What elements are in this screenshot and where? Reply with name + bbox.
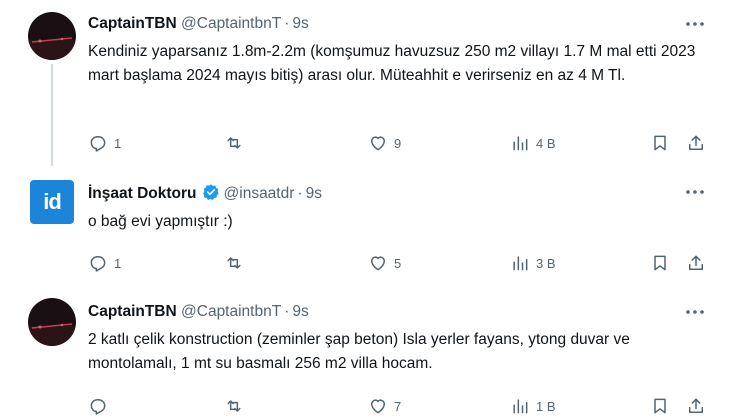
like-count: 7 xyxy=(394,398,402,414)
action-bar: 1 5 3 B xyxy=(88,251,718,275)
reply-icon xyxy=(90,399,106,415)
retweet-button[interactable] xyxy=(224,394,250,418)
views-count: 3 B xyxy=(536,255,556,271)
timestamp[interactable]: 9s xyxy=(306,185,322,202)
views-icon xyxy=(513,399,528,414)
author-handle[interactable]: @CaptaintbnT xyxy=(181,15,281,32)
views-button[interactable]: 4 B xyxy=(510,131,556,155)
tweet-text: o bağ evi yapmıştır :) xyxy=(88,213,233,230)
tweet-text: 2 katlı çelik konstruction (zeminler şap… xyxy=(88,331,630,372)
avatar[interactable] xyxy=(28,12,76,60)
thread-line xyxy=(51,64,53,166)
share-icon xyxy=(689,135,703,150)
retweet-button[interactable] xyxy=(224,251,250,275)
views-icon xyxy=(513,136,528,151)
views-button[interactable]: 3 B xyxy=(510,251,556,275)
dark-night-photo-avatar-icon xyxy=(28,12,76,60)
views-count: 4 B xyxy=(536,135,556,151)
bookmark-icon xyxy=(654,398,666,414)
retweet-button[interactable] xyxy=(224,131,250,155)
bookmark-button[interactable] xyxy=(650,251,670,275)
dark-night-photo-avatar-icon xyxy=(28,298,76,346)
author-name[interactable]: CaptainTBN xyxy=(88,303,177,320)
reply-button[interactable]: 1 xyxy=(88,131,121,155)
retweet-icon xyxy=(227,257,241,269)
reply-button[interactable]: 1 xyxy=(88,251,121,275)
bookmark-button[interactable] xyxy=(650,131,670,155)
share-button[interactable] xyxy=(686,251,706,275)
timestamp[interactable]: 9s xyxy=(292,303,308,320)
reply-icon xyxy=(90,256,106,272)
like-icon xyxy=(371,256,385,271)
like-icon xyxy=(371,136,385,151)
retweet-icon xyxy=(227,137,241,149)
author-handle[interactable]: @insaatdr xyxy=(224,185,295,202)
id-logo-avatar-icon: id xyxy=(43,189,62,214)
share-button[interactable] xyxy=(686,131,706,155)
bookmark-button[interactable] xyxy=(650,394,670,418)
author-handle[interactable]: @CaptaintbnT xyxy=(181,303,281,320)
avatar[interactable] xyxy=(28,298,76,346)
more-icon[interactable] xyxy=(683,16,707,32)
author-name[interactable]: İnşaat Doktoru xyxy=(88,185,197,202)
retweet-icon xyxy=(227,400,241,412)
share-icon xyxy=(689,255,703,270)
bookmark-icon xyxy=(654,255,666,271)
verified-badge-icon xyxy=(202,183,220,207)
separator: · xyxy=(297,185,303,202)
timestamp[interactable]: 9s xyxy=(292,15,308,32)
action-bar: 7 1 B xyxy=(88,394,718,418)
like-count: 5 xyxy=(394,255,402,271)
reply-count: 1 xyxy=(114,135,122,151)
share-button[interactable] xyxy=(686,394,706,418)
like-count: 9 xyxy=(394,135,402,151)
like-icon xyxy=(371,399,385,414)
action-bar: 1 9 4 B xyxy=(88,131,718,155)
share-icon xyxy=(689,398,703,413)
reply-count: 1 xyxy=(114,255,122,271)
reply-button[interactable] xyxy=(88,394,114,418)
like-button[interactable]: 5 xyxy=(368,251,401,275)
more-icon[interactable] xyxy=(683,304,707,320)
views-count: 1 B xyxy=(536,398,556,414)
bookmark-icon xyxy=(654,135,666,151)
author-name[interactable]: CaptainTBN xyxy=(88,15,177,32)
separator: · xyxy=(284,303,290,320)
tweet-text: Kendiniz yaparsanız 1.8m-2.2m (komşumuz … xyxy=(88,43,696,84)
like-button[interactable]: 9 xyxy=(368,131,401,155)
views-icon xyxy=(513,256,528,271)
reply-icon xyxy=(90,136,106,152)
views-button[interactable]: 1 B xyxy=(510,394,556,418)
more-icon[interactable] xyxy=(683,184,707,200)
separator: · xyxy=(284,15,290,32)
like-button[interactable]: 7 xyxy=(368,394,401,418)
avatar[interactable]: id xyxy=(30,180,74,224)
